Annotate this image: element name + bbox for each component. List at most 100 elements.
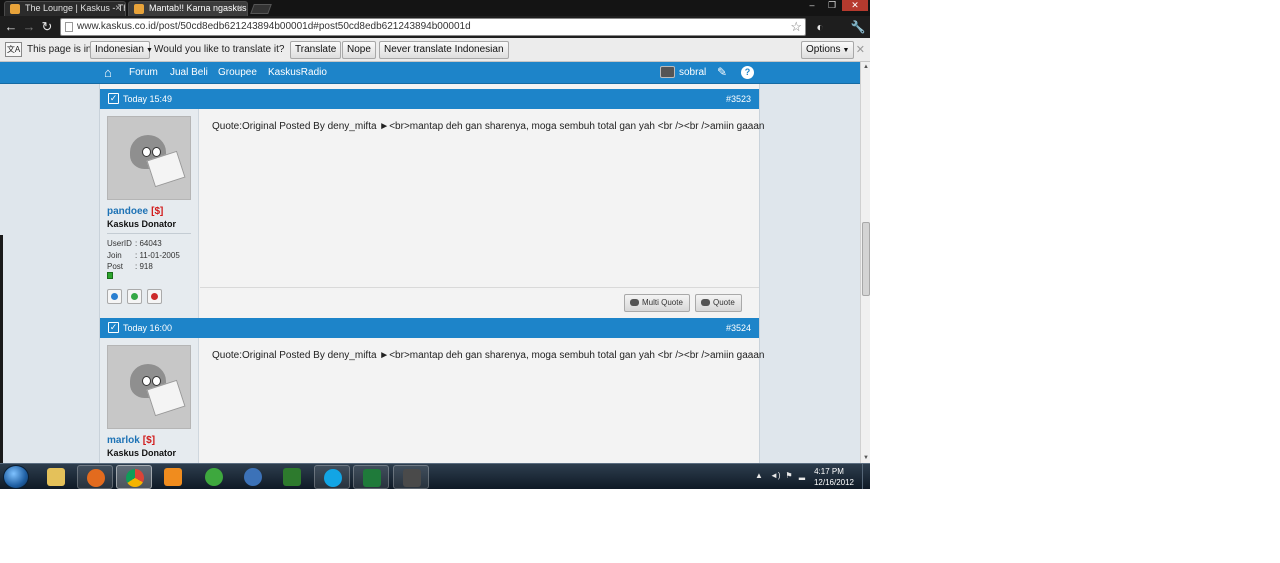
profile-button[interactable] <box>107 289 122 304</box>
scroll-down-arrow-icon[interactable]: ▼ <box>862 453 870 463</box>
page-scrollbar[interactable]: ▲ ▼ <box>860 62 870 463</box>
options-label: Options <box>806 44 841 55</box>
tab-title: Mantab!! Karna ngaskus d <box>149 3 248 13</box>
post-footer-divider <box>200 287 759 288</box>
show-desktop-button[interactable] <box>862 464 870 489</box>
speech-bubble-icon <box>630 299 639 306</box>
translate-button[interactable]: Translate <box>290 41 342 59</box>
quote-button[interactable]: Quote <box>695 294 742 312</box>
taskbar-excel[interactable] <box>353 465 389 489</box>
restore-icon[interactable]: ❐ <box>822 0 842 11</box>
extension-icon[interactable]: ◐ <box>812 19 828 35</box>
taskbar-skype[interactable] <box>314 465 350 489</box>
tray-expand-icon[interactable]: ▲ <box>754 471 764 481</box>
eye-icon <box>142 147 151 157</box>
taskbar-media-player[interactable] <box>155 465 191 489</box>
nav-forum[interactable]: Forum <box>129 67 158 78</box>
translate-infobar: 文A This page is in Indonesian ▼ Would you… <box>0 38 870 62</box>
report-button[interactable] <box>147 289 162 304</box>
user-stat-join: Join: 11-01-2005 <box>107 251 180 260</box>
post-time: Today 16:00 <box>123 323 173 333</box>
nav-username[interactable]: sobral <box>679 67 706 78</box>
taskbar-chrome[interactable] <box>116 465 152 489</box>
scroll-up-arrow-icon[interactable]: ▲ <box>862 62 870 72</box>
nav-jual-beli[interactable]: Jual Beli <box>170 67 208 78</box>
post-text: Quote:Original Posted By deny_mifta ►<br… <box>212 350 765 361</box>
post-username[interactable]: pandoee [$] <box>107 206 163 217</box>
forward-arrow-icon[interactable]: → <box>21 19 37 35</box>
avatar[interactable] <box>107 345 191 429</box>
browser-tab-mantab[interactable]: Mantab!! Karna ngaskus d × <box>128 1 248 16</box>
stat-key: UserID <box>107 239 132 248</box>
checkbox-icon[interactable]: ✓ <box>108 322 119 333</box>
options-button[interactable]: Options ▼ <box>801 41 855 59</box>
donor-tag: [$] <box>142 435 156 446</box>
taskbar-explorer[interactable] <box>38 465 74 489</box>
multi-quote-label: Multi Quote <box>642 298 683 307</box>
taskbar-xbox-app[interactable] <box>274 465 310 489</box>
flag-icon[interactable]: ⚑ <box>784 471 794 481</box>
user-avatar-icon[interactable] <box>660 66 675 78</box>
browser-tab-lounge[interactable]: The Lounge | Kaskus - The × <box>4 1 126 16</box>
clock-time[interactable]: 4:17 PM <box>806 467 852 476</box>
taskbar-media-player-classic[interactable] <box>393 465 429 489</box>
checkbox-icon[interactable]: ✓ <box>108 93 119 104</box>
minimize-icon[interactable]: – <box>802 0 822 11</box>
browser-toolbar: ← → ↻ www.kaskus.co.id/post/50cd8edb6212… <box>0 16 870 38</box>
never-translate-button[interactable]: Never translate Indonesian <box>379 41 509 59</box>
film-clapper-icon <box>403 469 421 487</box>
username-text[interactable]: pandoee <box>107 206 148 217</box>
profile-icon <box>111 293 118 300</box>
scrollbar-thumb[interactable] <box>862 222 870 296</box>
post-header: ✓ Today 15:49 #3523 <box>100 89 759 109</box>
post-number[interactable]: #3524 <box>726 318 751 338</box>
language-select[interactable]: Indonesian ▼ <box>90 41 153 59</box>
nope-button[interactable]: Nope <box>342 41 376 59</box>
message-button[interactable] <box>127 289 142 304</box>
window-close-icon[interactable]: ✕ <box>842 0 868 11</box>
multi-quote-button[interactable]: Multi Quote <box>624 294 690 312</box>
stat-key: Post <box>107 262 124 271</box>
page-icon <box>65 22 73 32</box>
post-username[interactable]: marlok [$] <box>107 435 155 446</box>
avatar[interactable] <box>107 116 191 200</box>
back-arrow-icon[interactable]: ← <box>3 19 19 35</box>
online-status-icon <box>107 272 113 279</box>
taskbar-network-app[interactable] <box>196 465 232 489</box>
address-bar[interactable]: www.kaskus.co.id/post/50cd8edb621243894b… <box>60 18 806 36</box>
translate-question: Would you like to translate it? <box>154 44 285 55</box>
nav-kaskusradio[interactable]: KaskusRadio <box>268 67 327 78</box>
language-value: Indonesian <box>95 44 144 55</box>
tab-close-icon[interactable]: × <box>237 2 243 15</box>
user-stat-post: Post: 918 <box>107 262 153 271</box>
taskbar-firefox[interactable] <box>77 465 113 489</box>
volume-icon[interactable]: ◄) <box>770 471 781 481</box>
new-tab-button[interactable] <box>250 4 272 14</box>
post-time: Today 15:49 <box>123 94 173 104</box>
desktop-screen: The Lounge | Kaskus - The × Mantab!! Kar… <box>0 0 870 489</box>
bookmark-star-icon[interactable]: ☆ <box>790 19 802 35</box>
stat-key: Join <box>107 251 122 260</box>
post-user-panel: marlok [$] Kaskus Donator <box>100 338 199 463</box>
home-icon[interactable]: ⌂ <box>104 65 112 80</box>
tab-close-icon[interactable]: × <box>115 2 121 15</box>
username-text[interactable]: marlok <box>107 435 140 446</box>
user-stat-userid: UserID: 64043 <box>107 239 162 248</box>
tab-title: The Lounge | Kaskus - The <box>25 3 126 13</box>
url-text[interactable]: www.kaskus.co.id/post/50cd8edb621243894b… <box>77 21 471 32</box>
nav-groupee[interactable]: Groupee <box>218 67 257 78</box>
infobar-close-icon[interactable]: ✕ <box>856 43 865 56</box>
start-button[interactable] <box>3 465 29 489</box>
taskbar-m-app[interactable] <box>235 465 271 489</box>
pencil-icon[interactable]: ✎ <box>717 65 727 79</box>
translate-prefix: This page is in <box>27 44 92 55</box>
post-number[interactable]: #3523 <box>726 89 751 109</box>
clock-date[interactable]: 12/16/2012 <box>811 478 857 487</box>
skype-icon <box>324 469 342 487</box>
kaskus-favicon-icon <box>134 4 144 14</box>
help-icon[interactable]: ? <box>741 66 754 79</box>
firefox-icon <box>87 469 105 487</box>
reload-icon[interactable]: ↻ <box>39 19 55 35</box>
wrench-menu-icon[interactable]: 🔧 <box>850 19 866 35</box>
excel-icon <box>363 469 381 487</box>
